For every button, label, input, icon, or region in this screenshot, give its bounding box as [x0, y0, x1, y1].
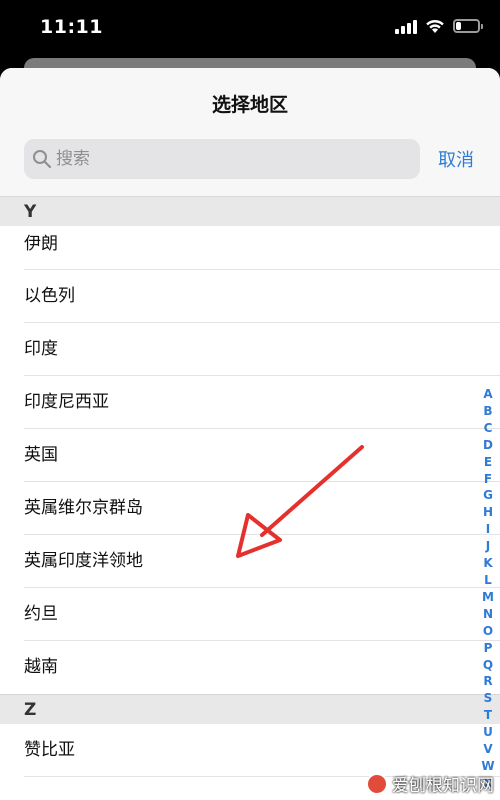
- index-letter-b[interactable]: B: [483, 403, 492, 420]
- index-letter-k[interactable]: K: [483, 555, 492, 572]
- list-item-region[interactable]: 越南: [0, 641, 500, 694]
- status-icons: [395, 18, 483, 34]
- index-letter-f[interactable]: F: [484, 471, 492, 488]
- sheet-header: 选择地区 取消: [0, 68, 500, 196]
- search-icon: [33, 150, 52, 169]
- status-bar: 11:11: [0, 0, 500, 58]
- battery-level-fill: [456, 22, 462, 30]
- battery-icon: [453, 19, 483, 33]
- list-item-region[interactable]: 以色列: [0, 270, 500, 323]
- phone-screen: 11:11 选择地区 搜索 取消 Y 伊朗 以色列 印度 印度尼西亚 英国 英属…: [0, 0, 500, 800]
- list-item-region[interactable]: 约旦: [0, 588, 500, 641]
- index-letter-l[interactable]: L: [484, 572, 492, 589]
- index-letter-o[interactable]: O: [483, 623, 493, 640]
- index-letter-g[interactable]: G: [483, 487, 493, 504]
- index-letter-q[interactable]: Q: [483, 657, 493, 674]
- index-letter-h[interactable]: H: [483, 504, 493, 521]
- search-box[interactable]: [24, 139, 420, 179]
- wifi-icon: [426, 19, 444, 33]
- list-item-region[interactable]: 英属维尔京群岛: [0, 482, 500, 535]
- index-letter-t[interactable]: T: [484, 707, 492, 724]
- alphabet-index-bar[interactable]: ABCDEFGHIJKLMNOPQRSTUVWX: [480, 386, 496, 792]
- list-item-region[interactable]: 伊朗: [0, 226, 500, 270]
- search-input[interactable]: [56, 139, 406, 179]
- index-letter-v[interactable]: V: [483, 741, 492, 758]
- list-item-region[interactable]: 印度尼西亚: [0, 376, 500, 429]
- cellular-signal-icon: [395, 18, 417, 34]
- index-letter-i[interactable]: I: [486, 521, 490, 538]
- index-letter-c[interactable]: C: [484, 420, 493, 437]
- cancel-button[interactable]: 取消: [438, 146, 474, 172]
- index-letter-r[interactable]: R: [483, 673, 492, 690]
- region-picker-sheet: 选择地区 取消 Y 伊朗 以色列 印度 印度尼西亚 英国 英属维尔京群岛 英属印…: [0, 68, 500, 800]
- section-header-y: Y: [0, 196, 500, 226]
- index-letter-p[interactable]: P: [484, 640, 493, 657]
- list-item-region[interactable]: 赞比亚: [0, 724, 500, 777]
- watermark-text: 爱刨根知识网: [392, 776, 494, 796]
- index-letter-j[interactable]: J: [486, 538, 490, 555]
- list-item-region[interactable]: 英国: [0, 429, 500, 482]
- status-time: 11:11: [40, 16, 103, 38]
- index-letter-d[interactable]: D: [483, 437, 493, 454]
- sheet-title: 选择地区: [211, 94, 288, 116]
- section-header-z: Z: [0, 694, 500, 724]
- index-letter-s[interactable]: S: [484, 690, 493, 707]
- list-item-region[interactable]: 英属印度洋领地: [0, 535, 500, 588]
- search-row: 取消: [24, 139, 476, 179]
- index-letter-e[interactable]: E: [484, 454, 492, 471]
- region-list[interactable]: Y 伊朗 以色列 印度 印度尼西亚 英国 英属维尔京群岛 英属印度洋领地 约旦 …: [0, 196, 500, 800]
- index-letter-n[interactable]: N: [483, 606, 493, 623]
- index-letter-a[interactable]: A: [483, 386, 492, 403]
- index-letter-m[interactable]: M: [482, 589, 494, 606]
- watermark-logo-icon: [366, 772, 388, 795]
- watermark: 爱刨根知识网: [366, 771, 494, 796]
- index-letter-u[interactable]: U: [483, 724, 493, 741]
- list-item-region[interactable]: 印度: [0, 323, 500, 376]
